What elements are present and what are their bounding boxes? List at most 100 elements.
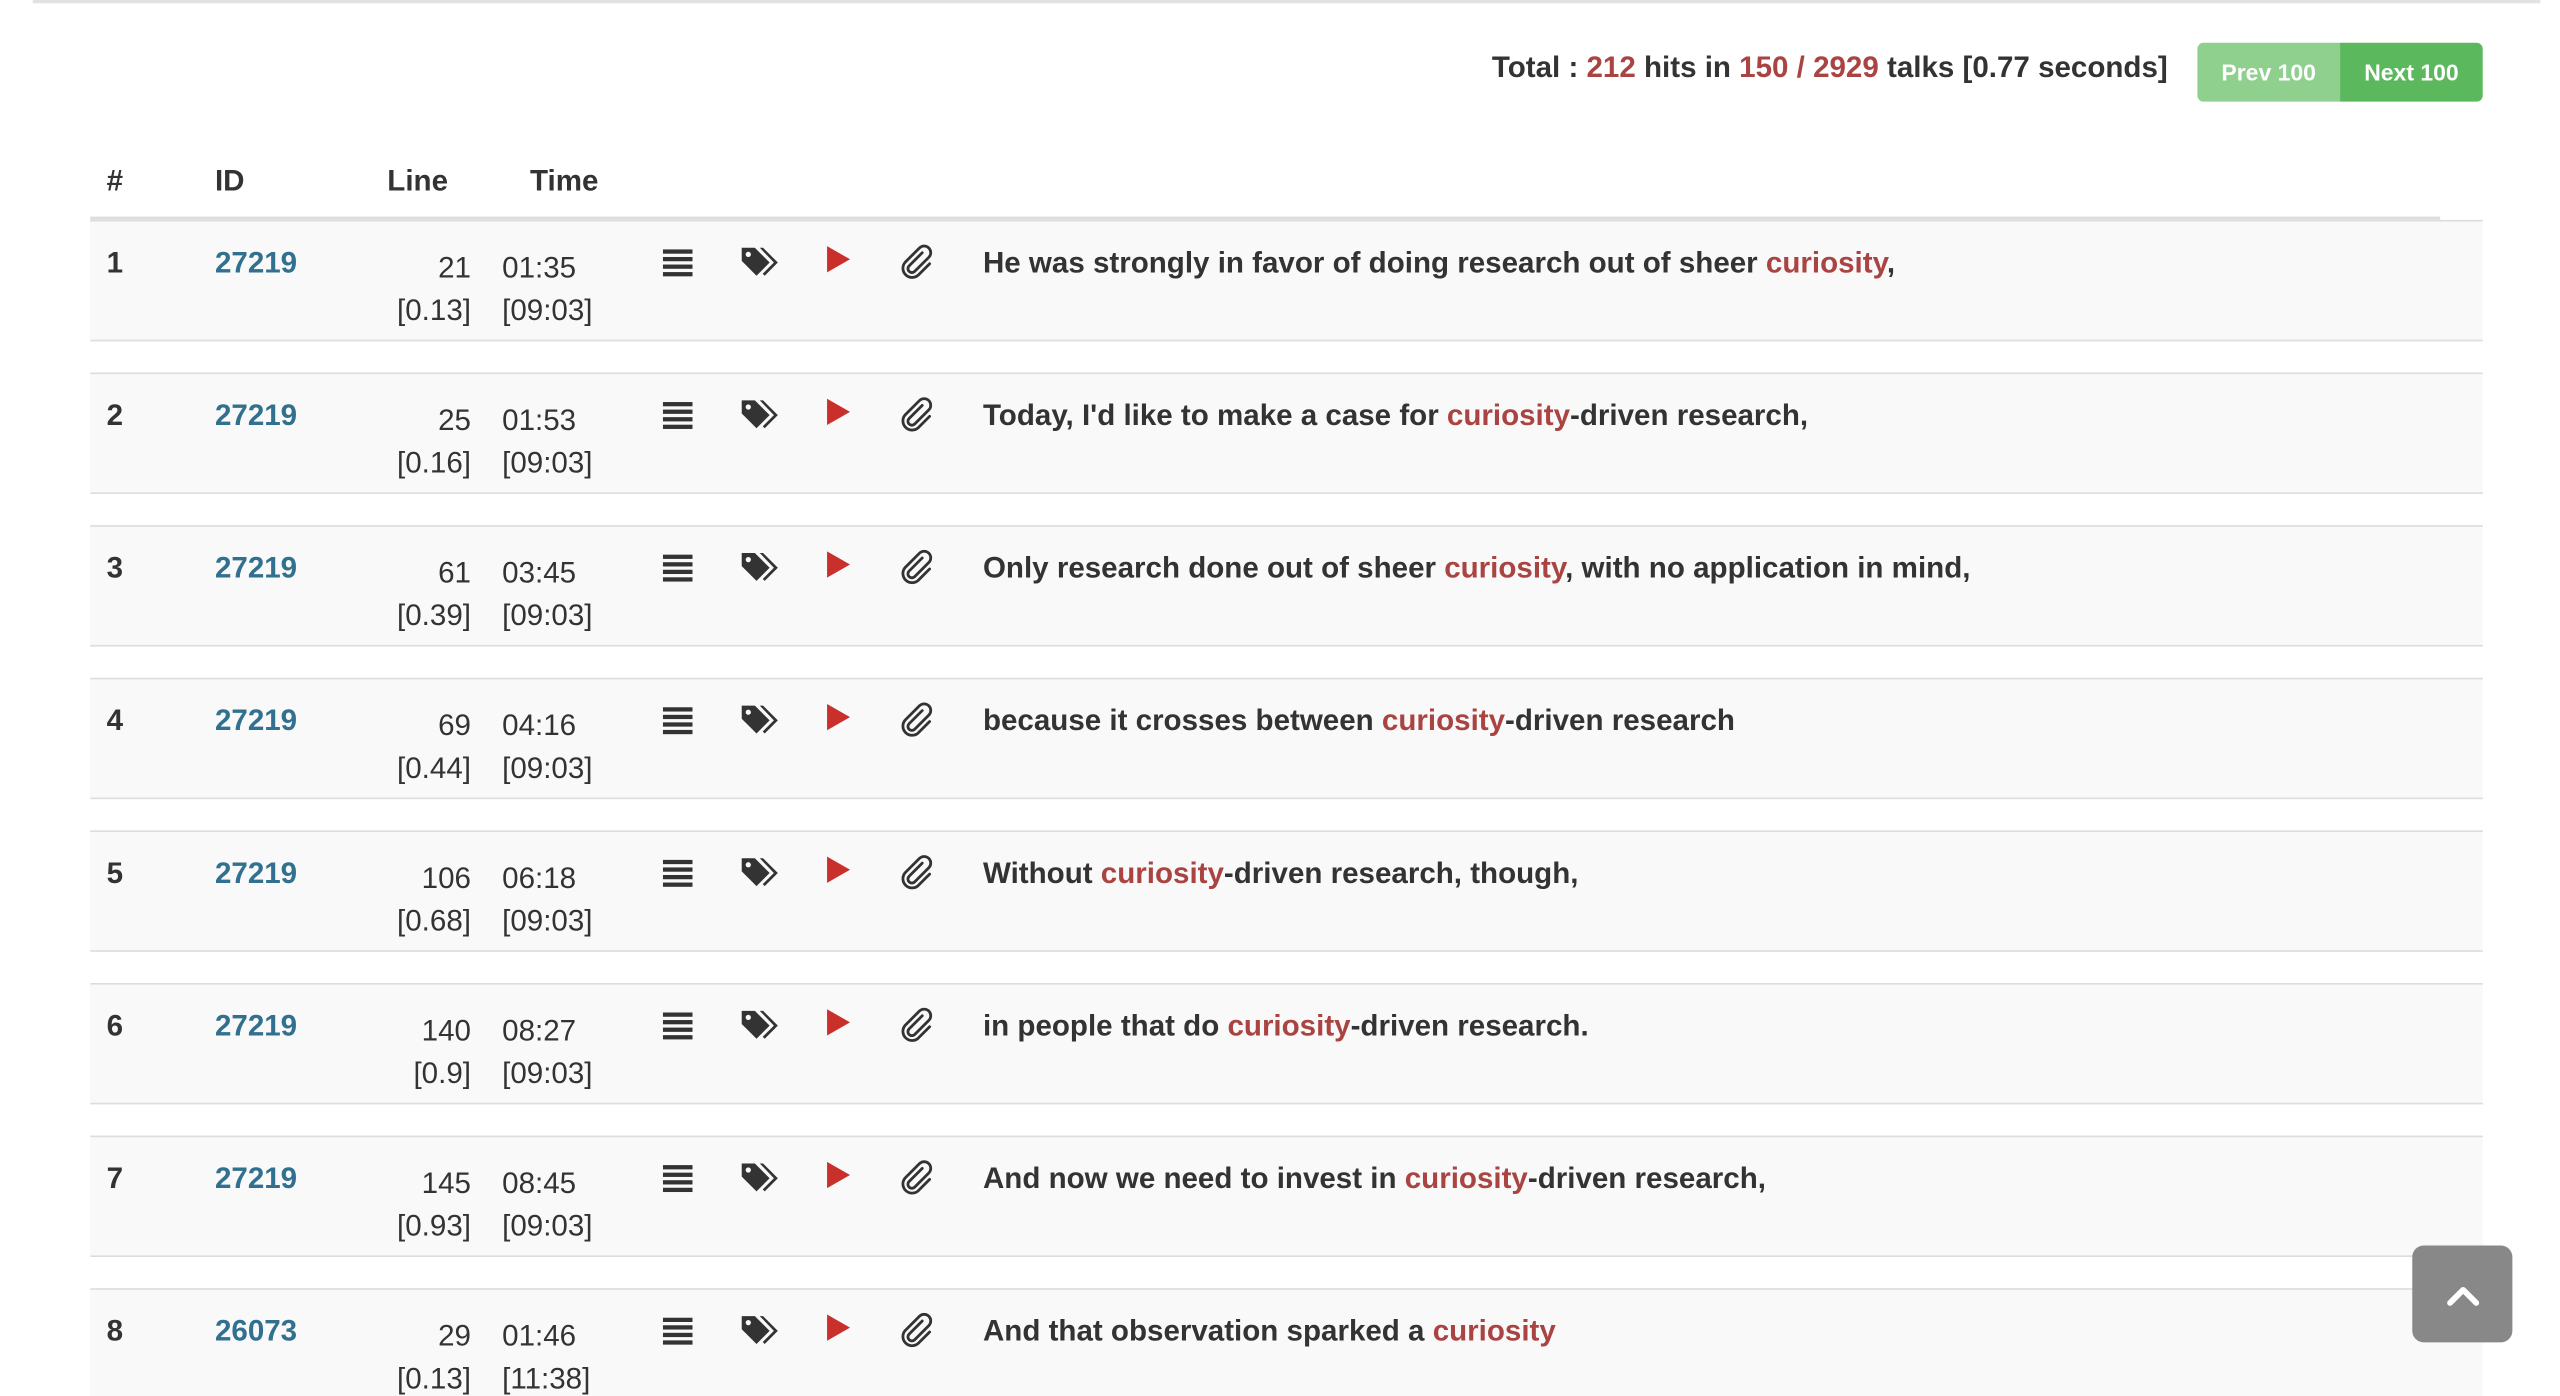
- time-stamp: 01:53: [502, 403, 577, 437]
- highlighted-match: curiosity: [1765, 246, 1887, 279]
- row-number: 2: [106, 398, 124, 432]
- transcript-line: And that observation sparked a curiosity: [983, 1314, 1556, 1348]
- play-icon[interactable]: [825, 550, 851, 588]
- play-icon[interactable]: [825, 702, 851, 740]
- list-icon[interactable]: [661, 1008, 694, 1049]
- table-row: 5 27219 106 [0.68] 06:18 [09:03] Without curio…: [90, 830, 2483, 952]
- table-row: 7 27219 145 [0.93] 08:45 [09:03] And now we ne…: [90, 1135, 2483, 1258]
- line-ratio: [0.13]: [397, 293, 471, 327]
- line-number: 140: [421, 1014, 471, 1047]
- time-stamp: 03:45: [502, 556, 577, 590]
- highlighted-match: curiosity: [1100, 856, 1224, 890]
- tags-icon[interactable]: [740, 245, 783, 289]
- text-before-match: because it crosses between: [982, 703, 1382, 737]
- talk-id-link[interactable]: 27219: [215, 551, 297, 585]
- text-before-match: And now we need to invest in: [982, 1161, 1405, 1195]
- results-table-header: # ID Line Time: [90, 151, 2441, 220]
- list-icon[interactable]: [661, 1313, 694, 1354]
- summary-talks-text: talks [0.77 seconds]: [1878, 50, 2168, 84]
- line-cell: 69 [0.44]: [353, 704, 471, 789]
- prev-100-button[interactable]: Prev 100: [2197, 42, 2341, 102]
- talk-duration: [09:03]: [502, 598, 593, 632]
- time-stamp: 08:45: [502, 1166, 577, 1200]
- next-100-button[interactable]: Next 100: [2340, 42, 2483, 102]
- time-cell: 01:53 [09:03]: [502, 399, 592, 484]
- row-number: 7: [106, 1161, 124, 1195]
- text-after-match: , with no application in mind,: [1565, 551, 1971, 585]
- talk-id-link[interactable]: 27219: [215, 704, 297, 738]
- tags-icon[interactable]: [740, 1313, 783, 1357]
- play-icon[interactable]: [825, 1160, 851, 1198]
- highlighted-match: curiosity: [1381, 703, 1506, 737]
- talk-id-link[interactable]: 27219: [215, 857, 297, 891]
- paperclip-icon[interactable]: [899, 702, 935, 746]
- talk-id-link[interactable]: 27219: [215, 1009, 297, 1043]
- summary-prefix: Total :: [1491, 50, 1587, 84]
- list-icon[interactable]: [661, 1160, 694, 1201]
- table-row: 8 26073 29 [0.13] 01:46 [11:38] And that obser…: [90, 1288, 2483, 1396]
- tags-icon[interactable]: [740, 1160, 783, 1204]
- list-icon[interactable]: [661, 855, 694, 896]
- paperclip-icon[interactable]: [899, 1312, 935, 1357]
- play-icon[interactable]: [825, 1313, 851, 1351]
- talk-id-link[interactable]: 27219: [215, 246, 297, 280]
- transcript-line: Without curiosity-driven research, thoug…: [983, 857, 1579, 891]
- scroll-to-top-button[interactable]: [2412, 1245, 2513, 1343]
- talk-id-link[interactable]: 27219: [215, 1162, 297, 1196]
- table-row: 4 27219 69 [0.44] 04:16 [09:03] because it cro…: [90, 677, 2483, 800]
- play-icon[interactable]: [825, 855, 851, 893]
- talk-duration: [11:38]: [502, 1362, 591, 1395]
- paperclip-icon[interactable]: [899, 244, 935, 289]
- line-cell: 106 [0.68]: [353, 857, 471, 942]
- header-id: ID: [214, 164, 245, 197]
- paperclip-icon[interactable]: [899, 549, 935, 594]
- text-after-match: -driven research,: [1570, 398, 1809, 432]
- table-row: 6 27219 140 [0.9] 08:27 [09:03] in people that…: [90, 982, 2483, 1105]
- line-number: 25: [438, 403, 471, 437]
- list-icon[interactable]: [661, 245, 694, 286]
- line-cell: 29 [0.13]: [353, 1314, 471, 1396]
- text-before-match: in people that do: [982, 1009, 1228, 1043]
- talk-id-link[interactable]: 26073: [215, 1314, 297, 1348]
- header-number: #: [106, 164, 124, 197]
- line-number: 29: [438, 1319, 471, 1353]
- tags-icon[interactable]: [740, 1008, 783, 1052]
- line-cell: 21 [0.13]: [353, 246, 471, 331]
- row-number: 5: [106, 856, 124, 890]
- pagination: Prev 100 Next 100: [2197, 42, 2483, 102]
- paperclip-icon[interactable]: [899, 855, 935, 899]
- play-icon[interactable]: [825, 397, 851, 435]
- list-icon[interactable]: [661, 397, 694, 438]
- play-icon[interactable]: [825, 1008, 851, 1046]
- table-row: 1 27219 21 [0.13] 01:35 [09:03] He was strongl…: [90, 219, 2483, 342]
- talk-id-link[interactable]: 27219: [215, 399, 297, 433]
- header-time: Time: [530, 164, 599, 197]
- time-stamp: 06:18: [502, 861, 577, 895]
- play-icon[interactable]: [825, 245, 851, 283]
- tags-icon[interactable]: [740, 702, 783, 746]
- talks-ratio: 150 / 2929: [1739, 50, 1879, 84]
- hits-count: 212: [1586, 50, 1636, 84]
- highlighted-match: curiosity: [1444, 551, 1566, 585]
- chevron-up-icon: [2446, 1286, 2479, 1306]
- tags-icon[interactable]: [740, 550, 783, 594]
- paperclip-icon[interactable]: [899, 1007, 935, 1052]
- row-number: 8: [106, 1314, 124, 1348]
- list-icon[interactable]: [661, 702, 694, 743]
- talk-duration: [09:03]: [502, 904, 593, 938]
- tags-icon[interactable]: [740, 397, 783, 441]
- time-cell: 01:35 [09:03]: [502, 246, 592, 331]
- talk-duration: [09:03]: [502, 446, 593, 480]
- list-icon[interactable]: [661, 550, 694, 591]
- line-ratio: [0.9]: [413, 1056, 471, 1090]
- talk-duration: [09:03]: [502, 293, 593, 327]
- text-after-match: -driven research, though,: [1223, 856, 1579, 890]
- time-stamp: 04:16: [502, 708, 577, 742]
- line-ratio: [0.13]: [397, 1362, 471, 1395]
- paperclip-icon[interactable]: [899, 397, 935, 441]
- text-before-match: And that observation sparked a: [982, 1314, 1433, 1348]
- tags-icon[interactable]: [740, 855, 783, 899]
- line-ratio: [0.68]: [397, 904, 471, 938]
- table-row: 3 27219 61 [0.39] 03:45 [09:03] Only research …: [90, 525, 2483, 647]
- paperclip-icon[interactable]: [899, 1160, 935, 1204]
